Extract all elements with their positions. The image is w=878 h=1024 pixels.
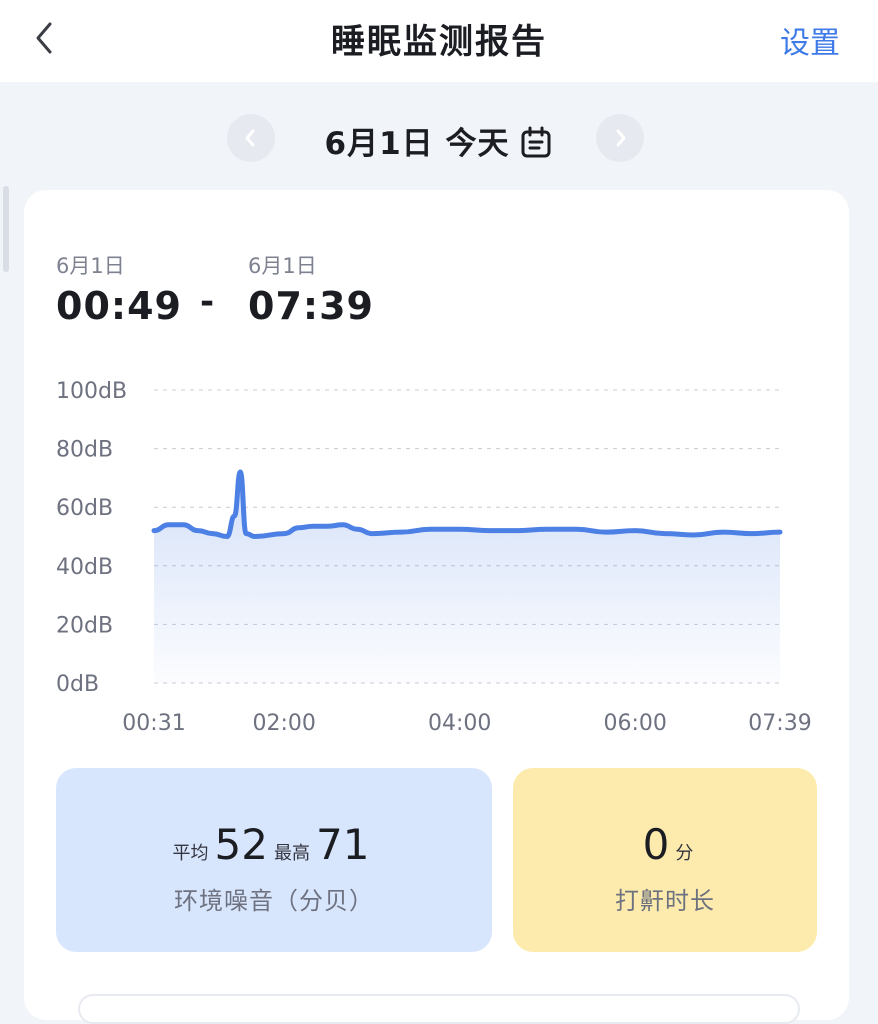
top-bar: 睡眠监测报告 设置 [0,0,878,82]
snoring-duration-card[interactable]: 0分 打鼾时长 [513,768,817,952]
chevron-right-icon [616,129,626,147]
end-time-block: 6月1日 07:39 [248,250,374,328]
y-tick-label: 20dB [56,613,113,638]
noise-caption: 环境噪音（分贝） [174,887,374,915]
end-time: 07:39 [248,284,374,328]
snore-caption: 打鼾时长 [615,887,715,915]
y-tick-label: 60dB [56,496,113,521]
noise-area-fill [154,472,780,683]
start-date: 6月1日 [56,254,125,278]
date-navigator: 6月1日 今天 [0,104,878,170]
x-tick-label: 06:00 [603,711,666,736]
noise-chart: 100dB 80dB 60dB 40dB 20dB 0dB 00:31 02:00 04:00… [56,379,812,736]
current-date-text: 6月1日 今天 [324,126,510,162]
scroll-indicator [3,186,9,272]
snore-duration-value: 0 [642,820,670,869]
y-tick-label: 40dB [56,555,113,580]
noise-avg-label: 平均 [172,843,209,864]
x-tick-label: 00:31 [122,711,185,736]
x-tick-label: 04:00 [428,711,491,736]
noise-avg-value: 52 [214,820,268,869]
time-separator: - [200,282,215,322]
end-date: 6月1日 [248,254,317,278]
next-card-peek [78,994,800,1024]
ambient-noise-card[interactable]: 平均 52 最高 71 环境噪音（分贝） [56,768,492,952]
noise-report-card: 6月1日 00:49 - 6月1日 07:39 100dB 80dB 60dB 40d… [24,190,849,1020]
start-time-block: 6月1日 00:49 [56,250,182,328]
x-tick-label: 07:39 [748,711,811,736]
settings-button[interactable]: 设置 [780,18,840,62]
noise-line [151,469,783,539]
y-tick-label: 80dB [56,438,113,463]
y-tick-label: 0dB [56,672,99,697]
noise-max-value: 71 [316,820,370,869]
calendar-icon[interactable] [519,125,553,159]
noise-max-label: 最高 [274,843,310,864]
start-time: 00:49 [56,284,182,328]
page-title: 睡眠监测报告 [331,22,547,62]
snore-duration-unit: 分 [675,843,694,864]
next-day-button[interactable] [596,114,644,162]
current-date: 6月1日 今天 [0,118,878,163]
y-tick-label: 100dB [56,379,127,404]
x-tick-label: 02:00 [252,711,315,736]
